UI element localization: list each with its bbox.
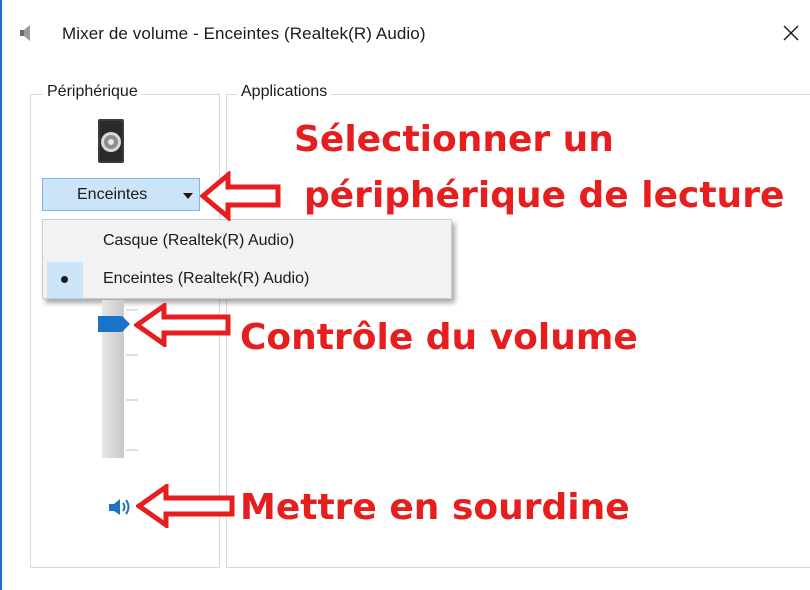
annotation-select-device-line2: périphérique de lecture xyxy=(304,175,785,216)
dropdown-item-label: Casque (Realtek(R) Audio) xyxy=(103,232,295,249)
dropdown-item-casque[interactable]: Casque (Realtek(R) Audio) xyxy=(43,224,451,260)
speaker-volume-icon xyxy=(109,499,130,515)
annotation-select-device-line1: Sélectionner un xyxy=(294,119,614,160)
dropdown-check-column xyxy=(47,224,83,260)
device-select[interactable]: Enceintes xyxy=(42,178,200,211)
dropdown-check-column xyxy=(47,262,83,298)
annotation-mute: Mettre en sourdine xyxy=(240,487,630,528)
volume-slider-thumb[interactable] xyxy=(98,314,132,334)
dropdown-item-enceintes[interactable]: Enceintes (Realtek(R) Audio) xyxy=(43,262,451,298)
close-icon xyxy=(783,25,799,41)
annotation-volume-control: Contrôle du volume xyxy=(240,317,638,358)
selected-bullet-icon xyxy=(61,276,68,283)
title-bar: Mixer de volume - Enceintes (Realtek(R) … xyxy=(2,0,810,62)
dropdown-item-label: Enceintes (Realtek(R) Audio) xyxy=(103,270,310,287)
window-title: Mixer de volume - Enceintes (Realtek(R) … xyxy=(62,24,426,43)
annotation-arrow-left xyxy=(200,171,281,221)
speaker-icon xyxy=(20,25,30,41)
close-button[interactable] xyxy=(772,14,810,52)
annotation-arrow-left xyxy=(134,303,231,347)
device-select-value: Enceintes xyxy=(77,186,148,203)
device-group-legend: Périphérique xyxy=(43,83,142,101)
chevron-down-icon xyxy=(183,193,193,199)
device-dropdown-menu: Casque (Realtek(R) Audio) Enceintes (Rea… xyxy=(42,219,452,299)
applications-group-legend: Applications xyxy=(237,83,332,101)
mute-button[interactable] xyxy=(106,496,136,518)
annotation-arrow-left xyxy=(136,484,235,528)
speaker-device-icon[interactable] xyxy=(97,118,125,164)
volume-mixer-window: Mixer de volume - Enceintes (Realtek(R) … xyxy=(0,0,810,590)
